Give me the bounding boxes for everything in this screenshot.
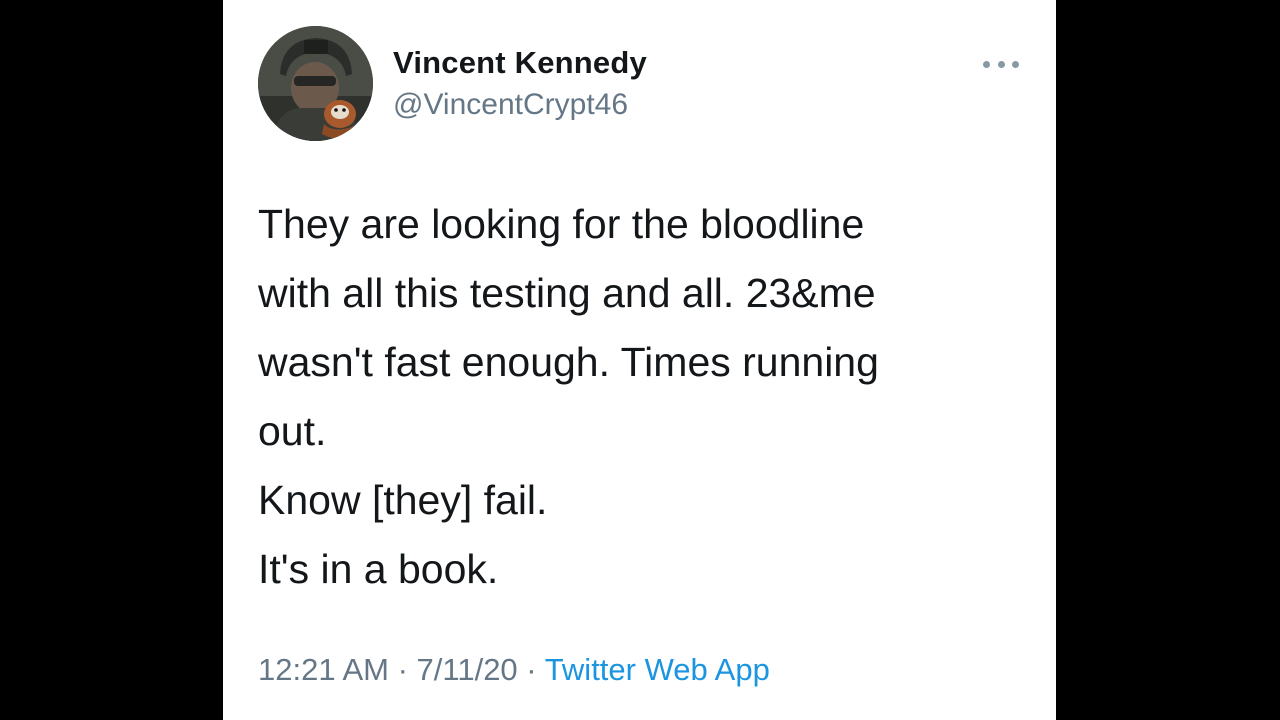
- tweet-date[interactable]: 7/11/20: [417, 652, 518, 687]
- avatar-photo-icon: [258, 26, 373, 141]
- tweet-text-line: They are looking for the bloodline: [258, 201, 865, 247]
- tweet-text-line: with all this testing and all. 23&me: [258, 270, 876, 316]
- tweet-text: They are looking for the bloodline with …: [258, 190, 1018, 604]
- meta-separator: ·: [517, 652, 545, 687]
- author-handle[interactable]: @VincentCrypt46: [393, 88, 628, 122]
- screen: Vincent Kennedy @VincentCrypt46 They are…: [0, 0, 1280, 720]
- avatar[interactable]: [258, 26, 373, 141]
- tweet-text-line: wasn't fast enough. Times running: [258, 339, 879, 385]
- tweet-text-line: It's in a book.: [258, 546, 499, 592]
- tweet-text-line: out.: [258, 408, 327, 454]
- meta-separator: ·: [388, 652, 417, 687]
- tweet-time[interactable]: 12:21 AM: [258, 652, 389, 687]
- tweet-source-link[interactable]: Twitter Web App: [545, 652, 770, 687]
- tweet-card: Vincent Kennedy @VincentCrypt46 They are…: [223, 0, 1056, 720]
- dot: [997, 60, 1005, 68]
- tweet-text-line: Know [they] fail.: [258, 477, 548, 523]
- more-horizontal-icon[interactable]: [983, 54, 1019, 74]
- dot: [983, 60, 990, 68]
- dot: [1012, 60, 1019, 68]
- author-name[interactable]: Vincent Kennedy: [393, 45, 647, 81]
- tweet-meta: 12:21 AM · 7/11/20 · Twitter Web App: [258, 652, 770, 688]
